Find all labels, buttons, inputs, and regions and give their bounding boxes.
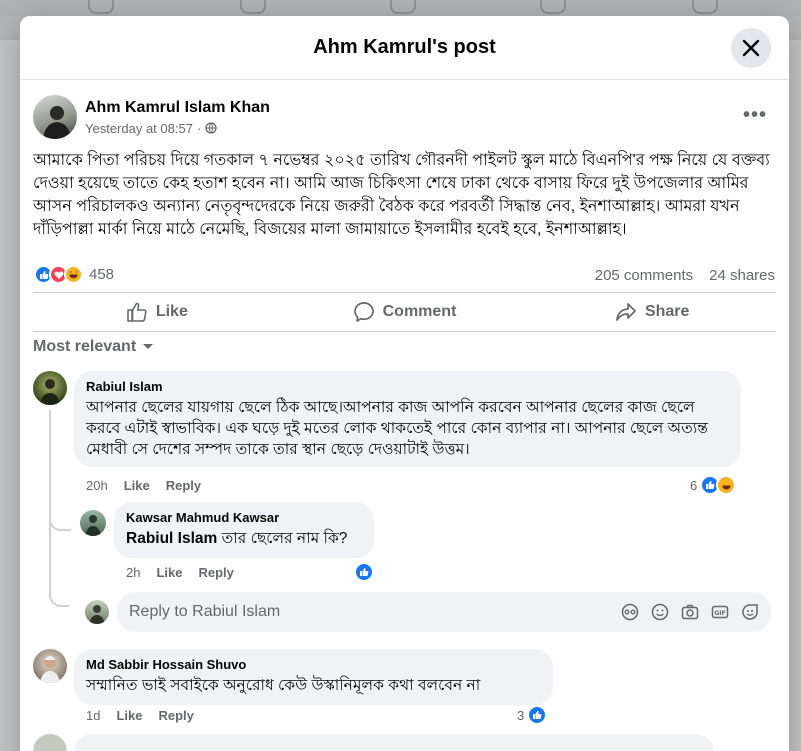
reply-item: Kawsar Mahmud Kawsar Rabiul Islam তার ছে… [80, 502, 374, 558]
marketplace-nav-icon [390, 0, 416, 14]
home-nav-icon [88, 0, 114, 14]
commenter-name[interactable]: Md Sabbir Hossain Shuvo [86, 657, 541, 672]
post-text: আমাকে পিতা পরিচয় দিয়ে গতকাল ৭ নভেম্বর … [33, 152, 770, 238]
next-comment-bubble [74, 734, 714, 751]
reply-body: তার ছেলের নাম কি? [221, 530, 348, 547]
svg-text:GIF: GIF [714, 610, 725, 617]
globe-icon [205, 122, 217, 134]
background-left-column [0, 40, 20, 751]
comment-text: সম্মানিত ভাই সবাইকে অনুরোধ কেউ উস্কানিমূ… [86, 677, 481, 694]
comment-actions: 20h Like Reply [86, 478, 201, 493]
video-nav-icon [240, 0, 266, 14]
comment-reactions[interactable]: 3 [517, 705, 548, 725]
haha-icon [64, 265, 83, 284]
post-actions-bar: Like Comment Share [33, 292, 776, 332]
shares-count[interactable]: 24 shares [709, 267, 775, 284]
commenter-avatar[interactable] [33, 649, 67, 683]
reaction-count: 458 [89, 266, 115, 283]
comment-label: Comment [382, 303, 457, 320]
dialog-header: Ahm Kamrul's post [20, 16, 789, 80]
like-label: Like [155, 303, 188, 320]
comment-time[interactable]: 1d [86, 708, 100, 723]
gaming-nav-icon [692, 0, 718, 14]
comment-like-button[interactable]: Like [116, 708, 142, 723]
sticker-icon[interactable] [741, 603, 759, 621]
groups-nav-icon [540, 0, 566, 14]
reaction-summary[interactable]: 458 [34, 265, 114, 284]
share-button[interactable]: Share [528, 293, 776, 331]
profile-photo-icon [89, 605, 105, 624]
like-icon [527, 705, 548, 725]
reply-reactions[interactable] [354, 562, 374, 582]
reply-input-tools: GIF [621, 603, 759, 621]
gif-icon[interactable]: GIF [711, 603, 729, 621]
share-label: Share [644, 303, 690, 320]
comments-count[interactable]: 205 comments [595, 267, 693, 284]
like-icon [354, 562, 374, 582]
like-button[interactable]: Like [33, 293, 281, 331]
commenter-avatar[interactable] [33, 371, 67, 405]
thumbs-up-icon [127, 302, 147, 322]
comment-reply-button[interactable]: Reply [158, 708, 193, 723]
caret-down-icon [143, 344, 154, 349]
close-button[interactable] [731, 28, 771, 68]
reply-like-button[interactable]: Like [156, 565, 182, 580]
reply-text: Rabiul Islam তার ছেলের নাম কি? [126, 528, 362, 549]
background-top-bar [0, 0, 801, 16]
reply-reply-button[interactable]: Reply [198, 565, 233, 580]
comment-item: Md Sabbir Hossain Shuvo সম্মানিত ভাই সবা… [33, 649, 553, 705]
meta-separator: · [196, 120, 202, 136]
dialog-title: Ahm Kamrul's post [313, 36, 496, 58]
post-header: Ahm Kamrul Islam Khan Yesterday at 08:57… [33, 95, 270, 139]
comment-reply-button[interactable]: Reply [166, 478, 201, 493]
avatar-sticker-icon[interactable] [621, 603, 639, 621]
person-silhouette-icon [43, 106, 71, 139]
sort-label: Most relevant [33, 338, 137, 355]
post-stats: 205 comments 24 shares [595, 267, 775, 284]
profile-photo-icon [40, 656, 60, 683]
reply-input[interactable]: Reply to Rabiul Islam GIF [117, 592, 771, 632]
next-commenter-avatar[interactable] [33, 734, 67, 751]
share-arrow-icon [616, 303, 636, 321]
comment-like-button[interactable]: Like [124, 478, 150, 493]
background-right-column [788, 40, 801, 751]
emoji-icon[interactable] [651, 603, 669, 621]
comment-sort-dropdown[interactable]: Most relevant [33, 338, 154, 356]
reply-actions: 2h Like Reply [126, 565, 234, 580]
reply-bubble: Kawsar Mahmud Kawsar Rabiul Islam তার ছে… [114, 502, 374, 558]
comment-actions: 1d Like Reply [86, 708, 194, 723]
post-dialog: Ahm Kamrul's post Ahm Kamrul Islam Khan … [20, 16, 789, 751]
comment-reaction-count: 6 [690, 477, 698, 493]
reply-time[interactable]: 2h [126, 565, 140, 580]
comment-text: আপনার ছেলের যায়গায় ছেলে ঠিক আছে।আপনার … [86, 399, 708, 458]
more-options-button[interactable]: ••• [743, 104, 767, 127]
haha-icon [716, 475, 737, 495]
comment-bubble: Rabiul Islam আপনার ছেলের যায়গায় ছেলে ঠ… [74, 371, 741, 467]
profile-photo-icon [85, 515, 101, 536]
post-timestamp[interactable]: Yesterday at 08:57 [85, 121, 193, 136]
post-author-name[interactable]: Ahm Kamrul Islam Khan [85, 99, 270, 117]
comment-item: Rabiul Islam আপনার ছেলের যায়গায় ছেলে ঠ… [33, 371, 741, 467]
ellipsis-icon: ••• [742, 104, 767, 126]
close-icon [742, 39, 760, 57]
comment-reaction-count: 3 [517, 707, 525, 723]
commenter-name[interactable]: Rabiul Islam [86, 379, 729, 394]
post-meta: Yesterday at 08:57 · [85, 121, 270, 136]
comment-button[interactable]: Comment [281, 293, 529, 331]
mention-link[interactable]: Rabiul Islam [126, 530, 217, 547]
comment-time[interactable]: 20h [86, 478, 108, 493]
current-user-avatar[interactable] [85, 600, 109, 624]
replier-avatar[interactable] [80, 510, 106, 536]
comment-bubble: Md Sabbir Hossain Shuvo সম্মানিত ভাই সবা… [74, 649, 553, 705]
comment-reactions[interactable]: 6 [690, 475, 737, 495]
comment-bubble-icon [353, 302, 374, 322]
camera-icon[interactable] [681, 603, 699, 621]
replier-name[interactable]: Kawsar Mahmud Kawsar [126, 510, 362, 525]
reply-placeholder: Reply to Rabiul Islam [129, 603, 281, 620]
author-avatar[interactable] [33, 95, 77, 139]
profile-photo-icon [40, 379, 60, 405]
